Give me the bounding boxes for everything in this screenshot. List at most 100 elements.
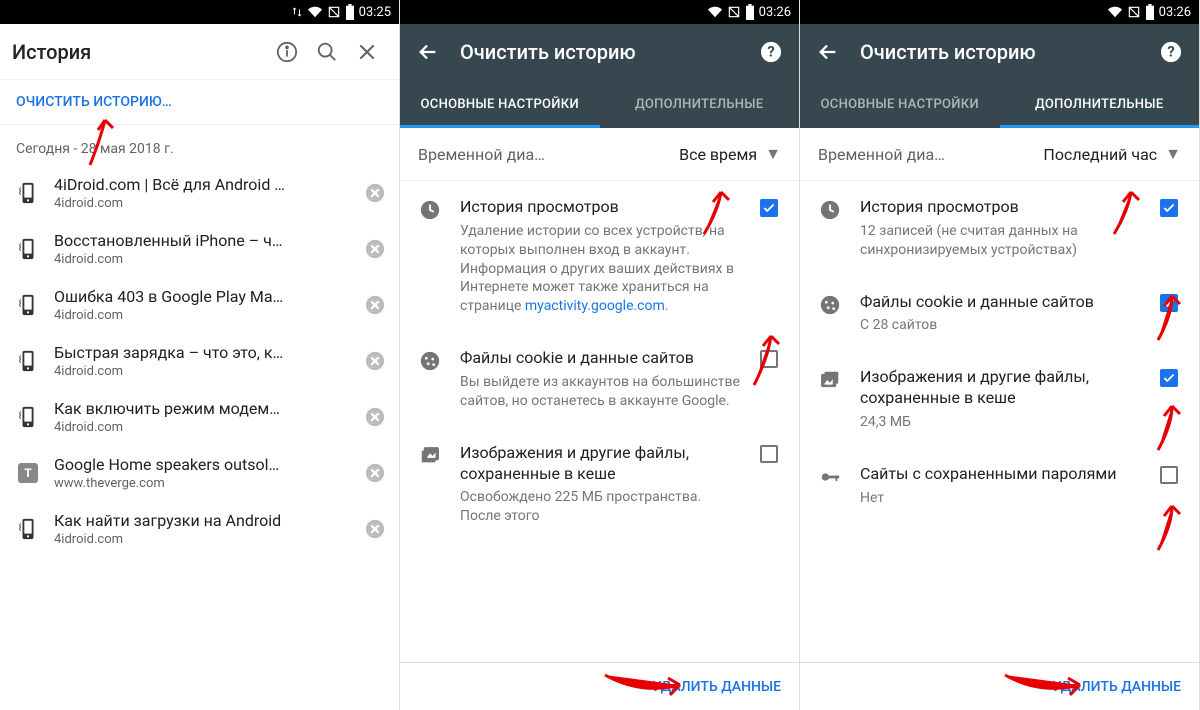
history-domain: 4idroid.com	[54, 532, 345, 547]
delete-item-icon[interactable]	[359, 345, 391, 377]
clear-header: Очистить историю ?	[800, 24, 1199, 80]
history-domain: 4idroid.com	[54, 196, 345, 211]
checkbox[interactable]	[760, 199, 778, 217]
history-icon	[416, 197, 444, 221]
setting-title: История просмотров	[460, 197, 741, 218]
history-item[interactable]: Как включить режим модем…4idroid.com	[0, 389, 399, 445]
history-header: История	[0, 24, 399, 80]
setting-desc: Вы выйдете из аккаунтов на большинстве с…	[460, 373, 741, 411]
checkbox[interactable]	[760, 350, 778, 368]
setting-cookies[interactable]: Файлы cookie и данные сайтов С 28 сайтов	[800, 276, 1199, 352]
time-range-selector[interactable]: Временной диа… Все время ▼	[400, 128, 799, 181]
history-item[interactable]: Восстановленный iPhone – ч…4idroid.com	[0, 221, 399, 277]
signal-icon	[327, 5, 341, 19]
favicon	[16, 349, 40, 373]
date-label: Сегодня - 28 мая 2018 г.	[0, 125, 399, 165]
wifi-icon	[307, 5, 323, 19]
cookie-icon	[816, 292, 844, 316]
history-domain: 4idroid.com	[54, 364, 345, 379]
tabs: ОСНОВНЫЕ НАСТРОЙКИ ДОПОЛНИТЕЛЬНЫЕ	[400, 80, 799, 128]
history-item[interactable]: Быстрая зарядка – что это, к… 4idroid.com	[0, 333, 399, 389]
tab-basic[interactable]: ОСНОВНЫЕ НАСТРОЙКИ	[400, 80, 600, 128]
battery-icon	[1145, 4, 1155, 20]
delete-item-icon[interactable]	[359, 289, 391, 321]
tab-basic[interactable]: ОСНОВНЫЕ НАСТРОЙКИ	[800, 80, 1000, 128]
key-icon	[816, 464, 844, 488]
status-bar: 03:26	[400, 0, 799, 24]
history-title: Google Home speakers outsol…	[54, 455, 345, 474]
close-icon[interactable]	[347, 32, 387, 72]
tab-advanced[interactable]: ДОПОЛНИТЕЛЬНЫЕ	[600, 80, 800, 128]
setting-browsing-history[interactable]: История просмотров Удаление истории со в…	[400, 181, 799, 332]
help-icon[interactable]: ?	[1151, 32, 1191, 72]
status-time: 03:26	[759, 5, 791, 20]
delete-data-button[interactable]: УДАЛИТЬ ДАННЫЕ	[652, 679, 781, 695]
tabs: ОСНОВНЫЕ НАСТРОЙКИ ДОПОЛНИТЕЛЬНЫЕ	[800, 80, 1199, 128]
checkbox[interactable]	[1160, 369, 1178, 387]
setting-title: Файлы cookie и данные сайтов	[460, 348, 741, 369]
page-title: Очистить историю	[860, 40, 1151, 64]
checkbox[interactable]	[1160, 199, 1178, 217]
delete-item-icon[interactable]	[359, 177, 391, 209]
setting-browsing-history[interactable]: История просмотров 12 записей (не считая…	[800, 181, 1199, 276]
delete-item-icon[interactable]	[359, 401, 391, 433]
setting-passwords[interactable]: Сайты с сохраненными паролями Нет	[800, 448, 1199, 524]
favicon	[16, 237, 40, 261]
setting-cache[interactable]: Изображения и другие файлы, сохраненные …	[800, 351, 1199, 447]
history-title: 4iDroid.com | Всё для Android …	[54, 175, 345, 194]
range-label: Временной диа…	[418, 145, 679, 164]
chevron-down-icon: ▼	[765, 144, 781, 164]
setting-desc: 12 записей (не считая данных на синхрони…	[860, 222, 1141, 260]
clear-history-link[interactable]: ОЧИСТИТЬ ИСТОРИЮ…	[0, 80, 399, 125]
checkbox[interactable]	[760, 445, 778, 463]
image-icon	[816, 367, 844, 391]
info-icon[interactable]	[267, 32, 307, 72]
delete-item-icon[interactable]	[359, 233, 391, 265]
signal-icon	[1127, 5, 1141, 19]
signal-icon	[727, 5, 741, 19]
myactivity-link[interactable]: myactivity.google.com	[525, 298, 665, 314]
sort-icon	[291, 6, 303, 18]
delete-data-button[interactable]: УДАЛИТЬ ДАННЫЕ	[1052, 679, 1181, 695]
favicon	[16, 293, 40, 317]
setting-desc: С 28 сайтов	[860, 316, 1141, 335]
setting-desc: 24,3 МБ	[860, 413, 1141, 432]
setting-desc: Удаление истории со всех устройств, на к…	[460, 222, 741, 316]
search-icon[interactable]	[307, 32, 347, 72]
wifi-icon	[1107, 5, 1123, 19]
clear-header: Очистить историю ?	[400, 24, 799, 80]
setting-cache[interactable]: Изображения и другие файлы, сохраненные …	[400, 427, 799, 542]
delete-item-icon[interactable]	[359, 513, 391, 545]
bottom-bar: УДАЛИТЬ ДАННЫЕ	[800, 662, 1199, 710]
bottom-bar: УДАЛИТЬ ДАННЫЕ	[400, 662, 799, 710]
setting-cookies[interactable]: Файлы cookie и данные сайтов Вы выйдете …	[400, 332, 799, 427]
time-range-selector[interactable]: Временной диа… Последний час ▼	[800, 128, 1199, 181]
status-time: 03:25	[359, 5, 391, 20]
battery-icon	[345, 4, 355, 20]
checkbox[interactable]	[1160, 466, 1178, 484]
history-item[interactable]: Как найти загрузки на Android4idroid.com	[0, 501, 399, 557]
screen-clear-advanced: 03:26 Очистить историю ? ОСНОВНЫЕ НАСТРО…	[800, 0, 1200, 710]
setting-title: Изображения и другие файлы, сохраненные …	[860, 367, 1141, 409]
history-domain: 4idroid.com	[54, 308, 345, 323]
history-title: Быстрая зарядка – что это, к…	[54, 343, 345, 362]
history-item[interactable]: Ошибка 403 в Google Play Ma…4idroid.com	[0, 277, 399, 333]
history-item[interactable]: TGoogle Home speakers outsol…www.theverg…	[0, 445, 399, 501]
back-icon[interactable]	[408, 32, 448, 72]
favicon	[16, 517, 40, 541]
range-value: Все время	[679, 145, 757, 164]
delete-item-icon[interactable]	[359, 457, 391, 489]
wifi-icon	[707, 5, 723, 19]
setting-title: Сайты с сохраненными паролями	[860, 464, 1141, 485]
battery-icon	[745, 4, 755, 20]
setting-desc: Нет	[860, 489, 1141, 508]
help-icon[interactable]: ?	[751, 32, 791, 72]
history-item[interactable]: 4iDroid.com | Всё для Android … 4idroid.c…	[0, 165, 399, 221]
checkbox[interactable]	[1160, 294, 1178, 312]
svg-text:?: ?	[767, 43, 774, 61]
setting-title: Файлы cookie и данные сайтов	[860, 292, 1141, 313]
favicon	[16, 181, 40, 205]
setting-desc: Освобождено 225 МБ пространства. После э…	[460, 488, 741, 526]
back-icon[interactable]	[808, 32, 848, 72]
tab-advanced[interactable]: ДОПОЛНИТЕЛЬНЫЕ	[1000, 80, 1200, 128]
